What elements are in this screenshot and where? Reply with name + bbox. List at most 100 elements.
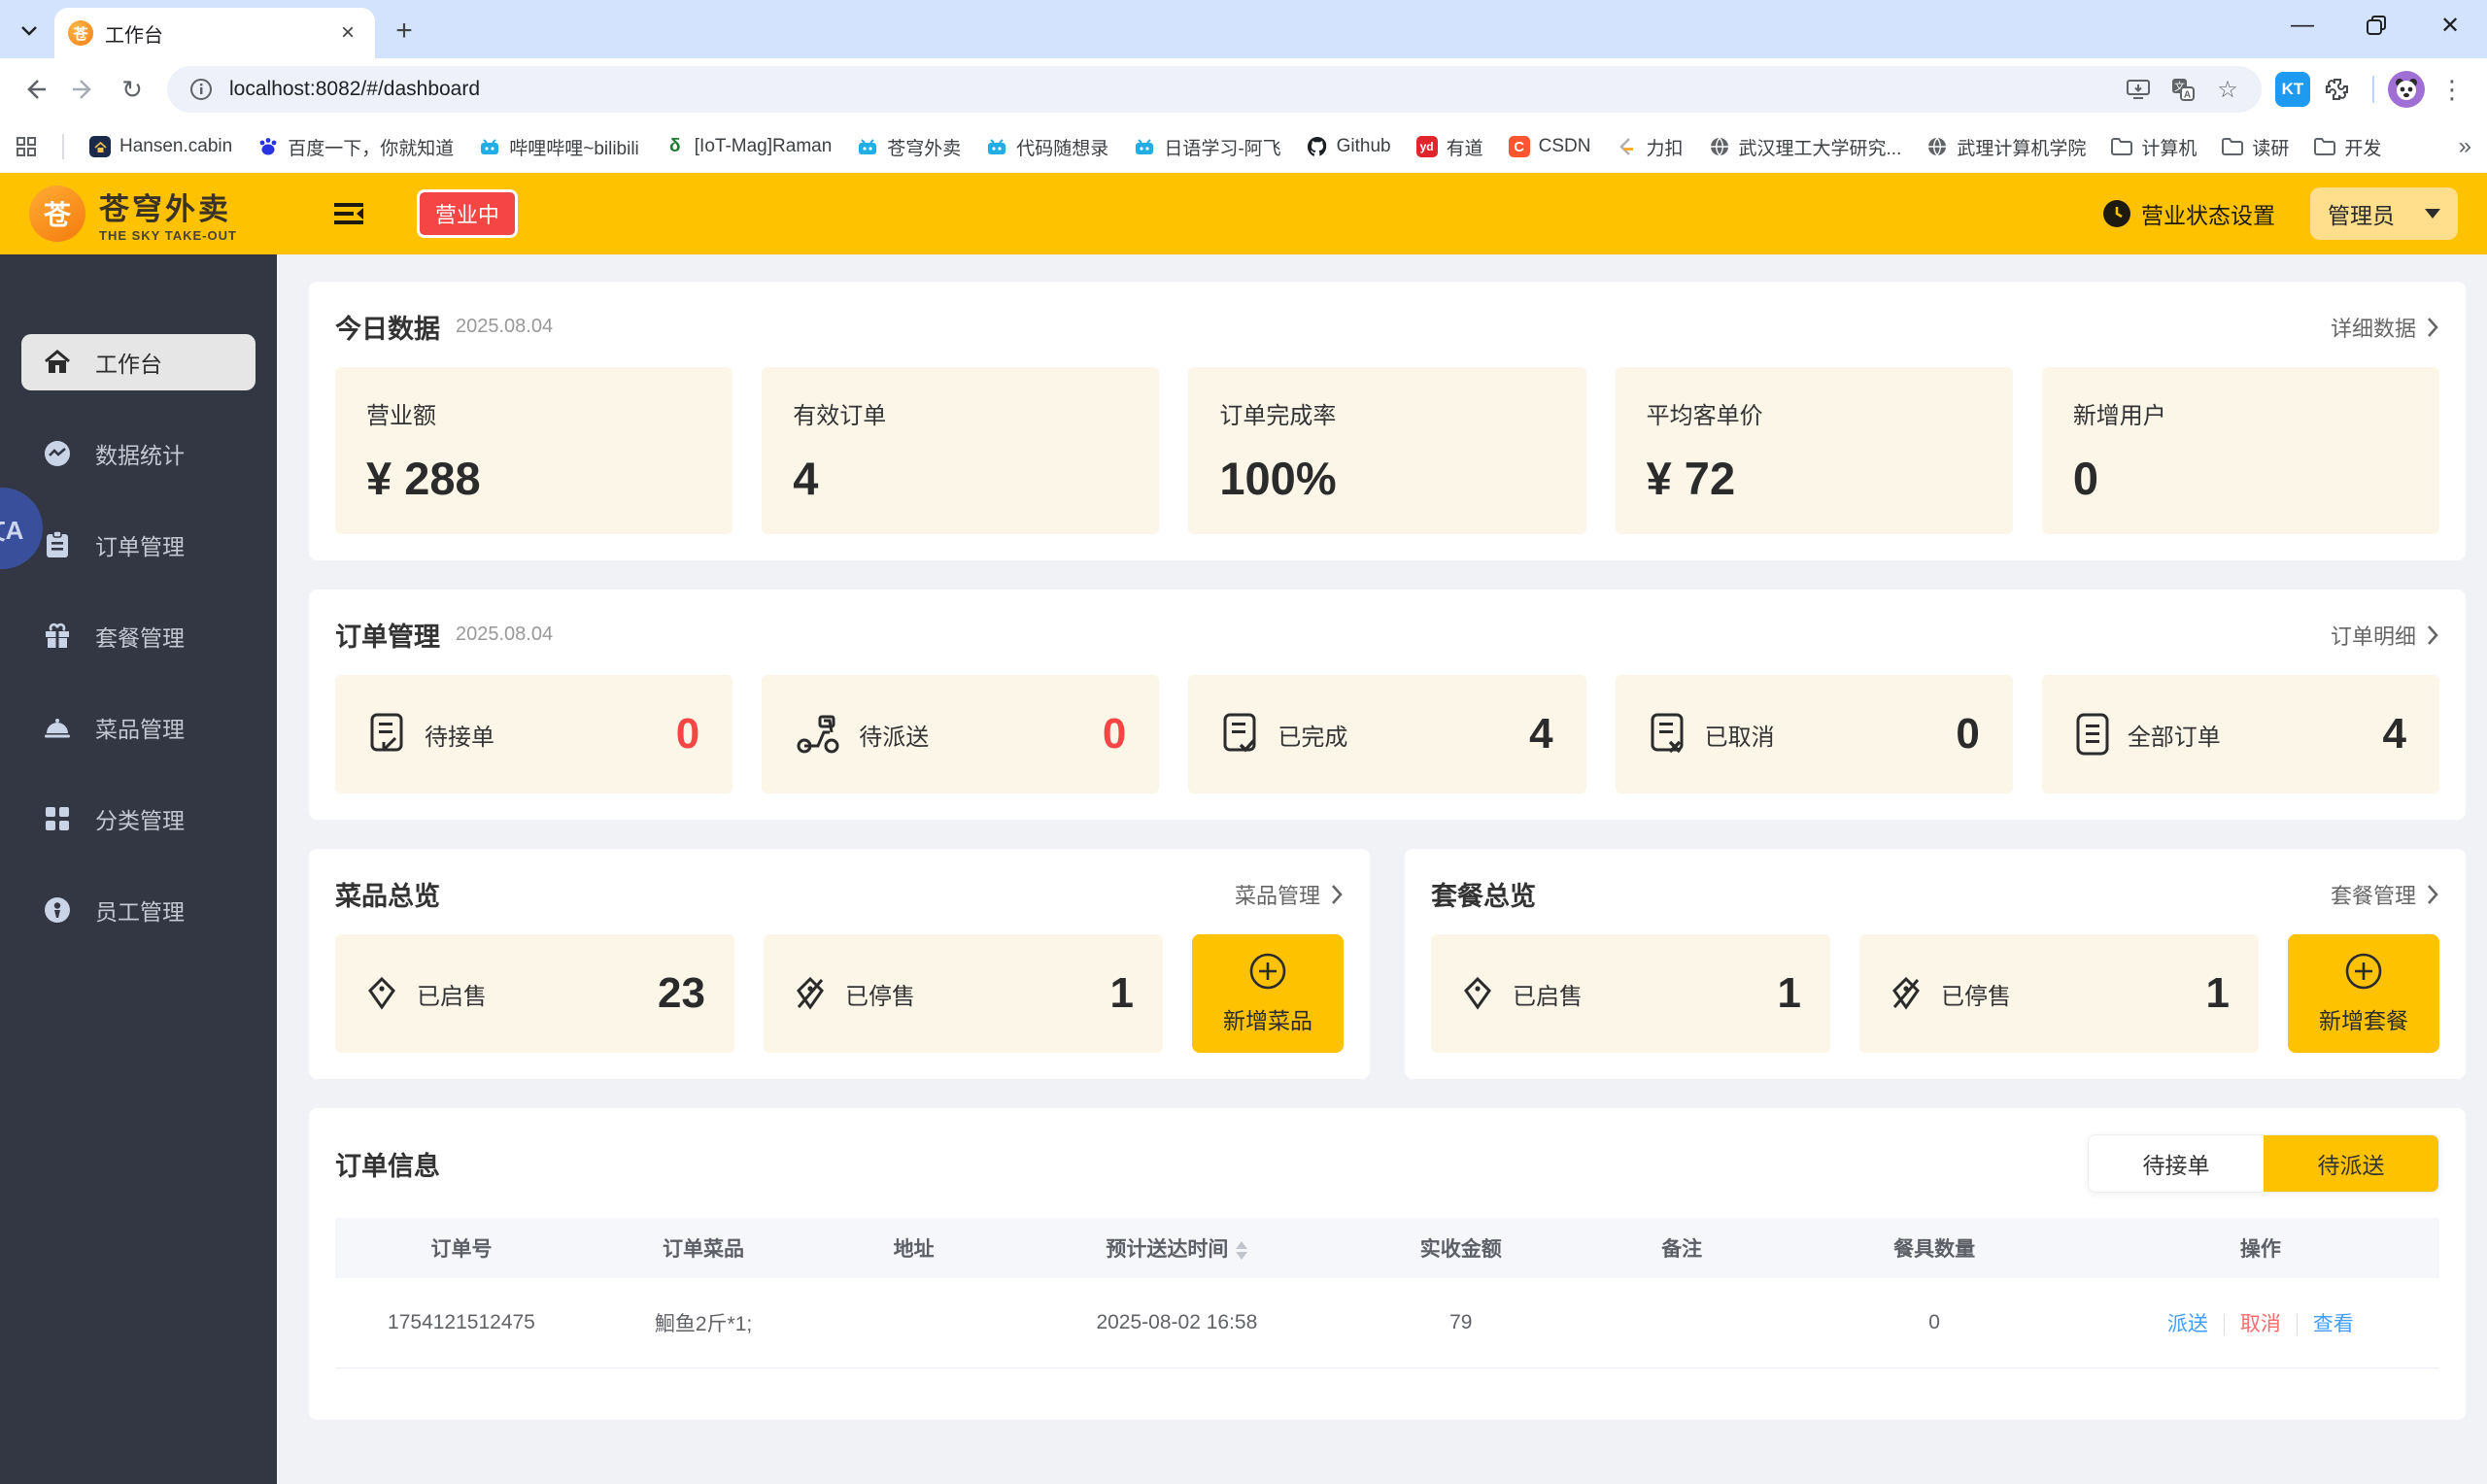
dish-overview-header: 菜品总览 菜品管理 (335, 875, 1344, 913)
close-window-button[interactable]: ✕ (2413, 0, 2487, 51)
restore-button[interactable] (2339, 0, 2413, 51)
bookmark-wuli-cs[interactable]: 武理计算机学院 (1926, 134, 2086, 160)
section-title: 订单管理 (335, 623, 440, 652)
sidebar-item-dishes[interactable]: 菜品管理 (21, 699, 256, 756)
collapse-menu-icon (333, 203, 363, 224)
bookmark-leetcode[interactable]: 力扣 (1616, 134, 1684, 160)
deliver-action-link[interactable]: 派送 (2167, 1313, 2208, 1335)
bookmark-baidu[interactable]: 百度一下，你就知道 (257, 134, 454, 160)
business-status-badge: 营业中 (416, 189, 518, 238)
bookmark-github[interactable]: Github (1307, 136, 1391, 157)
bookmark-japanese[interactable]: 日语学习-阿飞 (1134, 134, 1281, 160)
sidebar-collapse-button[interactable] (329, 194, 368, 233)
youdao-icon: yd (1415, 136, 1438, 157)
bookmark-youdao[interactable]: yd 有道 (1415, 134, 1483, 160)
today-detail-link[interactable]: 详细数据 (2331, 312, 2439, 343)
business-status-setting[interactable]: 营业状态设置 (2102, 197, 2275, 230)
col-dishes: 订单菜品 (587, 1218, 820, 1278)
minimize-button[interactable]: — (2266, 0, 2339, 51)
dish-overview-panel: 菜品总览 菜品管理 已启售 23 已停售 1 新增菜品 (309, 849, 1370, 1079)
tab-close-icon[interactable]: × (334, 19, 361, 47)
bookmark-skytakeout[interactable]: 苍穹外卖 (857, 134, 961, 160)
setmeal-management-link[interactable]: 套餐管理 (2331, 879, 2439, 910)
tab-pending-delivery[interactable]: 待派送 (2264, 1135, 2438, 1192)
profile-avatar[interactable] (2388, 71, 2425, 108)
dish-management-link[interactable]: 菜品管理 (1235, 879, 1344, 910)
new-tab-button[interactable]: + (385, 12, 424, 51)
translate-icon[interactable]: 文A (2166, 73, 2199, 106)
url-text[interactable]: localhost:8082/#/dashboard (229, 78, 2110, 101)
bilibili-tv-icon (857, 136, 878, 157)
order-card-pending-accept[interactable]: 待接单 0 (335, 675, 733, 793)
tag-slash-icon (797, 976, 824, 1010)
order-detail-link[interactable]: 订单明细 (2331, 620, 2439, 651)
bookmark-folder-computer[interactable]: 计算机 (2111, 134, 2197, 160)
table-bottom-spacer (335, 1368, 2439, 1394)
back-button[interactable] (14, 68, 56, 111)
col-eta[interactable]: 预计送达时间 (1008, 1218, 1346, 1278)
reload-button[interactable]: ↻ (111, 68, 153, 111)
col-actions: 操作 (2081, 1218, 2439, 1278)
tab-search-button[interactable] (10, 12, 49, 51)
sidebar-item-categories[interactable]: 分类管理 (21, 791, 256, 847)
site-info-icon[interactable] (185, 73, 218, 106)
bookmark-folder-dev[interactable]: 开发 (2314, 134, 2381, 160)
stat-card-turnover: 营业额 ¥ 288 (335, 367, 733, 534)
browser-menu-button[interactable]: ⋮ (2431, 68, 2473, 111)
setmeal-card-off-sale[interactable]: 已停售 1 (1859, 934, 2259, 1053)
order-card-pending-delivery[interactable]: 待派送 0 (762, 675, 1160, 793)
section-date: 2025.08.04 (456, 624, 554, 645)
sidebar-item-statistics[interactable]: 数据统计 (21, 425, 256, 482)
browser-toolbar: ↻ localhost:8082/#/dashboard 文A ☆ KT ⋮ (0, 58, 2487, 120)
order-card-completed[interactable]: 已完成 4 (1188, 675, 1586, 793)
browser-window: 苍 工作台 × + — ✕ ↻ localhost:8082/#/dashboa… (0, 0, 2487, 173)
bookmarks-divider (62, 134, 64, 159)
view-action-link[interactable]: 查看 (2313, 1313, 2354, 1335)
setmeal-overview-header: 套餐总览 套餐管理 (1431, 875, 2439, 913)
window-controls: — ✕ (2266, 0, 2487, 51)
dish-card-off-sale[interactable]: 已停售 1 (764, 934, 1163, 1053)
monitor-download-icon (2127, 80, 2150, 99)
bookmark-bilibili[interactable]: 哔哩哔哩~bilibili (479, 134, 639, 160)
order-management-panel: 订单管理 2025.08.04 订单明细 待接单 0 待派送 0 已完成 4 已… (309, 590, 2466, 820)
bookmark-iot-raman[interactable]: δ [IoT-Mag]Raman (664, 136, 832, 157)
bookmark-folder-grad[interactable]: 读研 (2222, 134, 2289, 160)
cell-dishes: 鮰鱼2斤*1; (587, 1278, 820, 1368)
apps-grid-icon[interactable] (16, 136, 37, 157)
cancel-action-link[interactable]: 取消 (2240, 1313, 2281, 1335)
cell-actions: 派送 取消 查看 (2081, 1278, 2439, 1368)
install-app-icon[interactable] (2122, 73, 2155, 106)
browser-tab[interactable]: 苍 工作台 × (54, 8, 375, 58)
kt-extension-icon[interactable]: KT (2275, 72, 2310, 107)
bookmarks-overflow-button[interactable]: » (2459, 133, 2471, 160)
add-setmeal-button[interactable]: 新增套餐 (2288, 934, 2439, 1053)
toolbar-divider (2372, 76, 2374, 103)
dropdown-caret-icon (2425, 209, 2440, 219)
bookmark-daimasuixianglu[interactable]: 代码随想录 (986, 134, 1108, 160)
order-card-all[interactable]: 全部订单 4 (2041, 675, 2440, 793)
app-header: 苍 苍穹外卖 THE SKY TAKE-OUT 营业中 营业状态设置 管理员 (0, 173, 2487, 254)
sidebar-item-employees[interactable]: 员工管理 (21, 882, 256, 938)
bookmark-star-icon[interactable]: ☆ (2211, 73, 2244, 106)
sidebar-item-workbench[interactable]: 工作台 (21, 334, 256, 390)
tab-pending-accept[interactable]: 待接单 (2089, 1135, 2264, 1192)
bookmark-whut[interactable]: 武汉理工大学研究... (1709, 134, 1901, 160)
forward-button[interactable] (62, 68, 105, 111)
extensions-button[interactable] (2316, 68, 2359, 111)
svg-text:A: A (2184, 90, 2191, 101)
setmeal-overview-panel: 套餐总览 套餐管理 已启售 1 已停售 1 新增套餐 (1405, 849, 2466, 1079)
bookmark-hansen[interactable]: Hansen.cabin (89, 136, 232, 157)
header-right: 营业状态设置 管理员 (2102, 187, 2458, 240)
admin-dropdown[interactable]: 管理员 (2310, 187, 2458, 240)
address-bar[interactable]: localhost:8082/#/dashboard 文A ☆ (167, 66, 2262, 113)
sidebar-item-setmeal[interactable]: 套餐管理 (21, 608, 256, 664)
add-dish-button[interactable]: 新增菜品 (1192, 934, 1344, 1053)
order-card-cancelled[interactable]: 已取消 0 (1615, 675, 2013, 793)
bookmark-csdn[interactable]: C CSDN (1508, 136, 1590, 157)
clipboard-icon (43, 530, 72, 559)
sort-carets-icon[interactable] (1236, 1240, 1248, 1260)
site-favicon: 苍 (68, 20, 93, 46)
setmeal-card-on-sale[interactable]: 已启售 1 (1431, 934, 1830, 1053)
dish-card-on-sale[interactable]: 已启售 23 (335, 934, 734, 1053)
sidebar-item-orders[interactable]: 订单管理 (21, 517, 256, 573)
